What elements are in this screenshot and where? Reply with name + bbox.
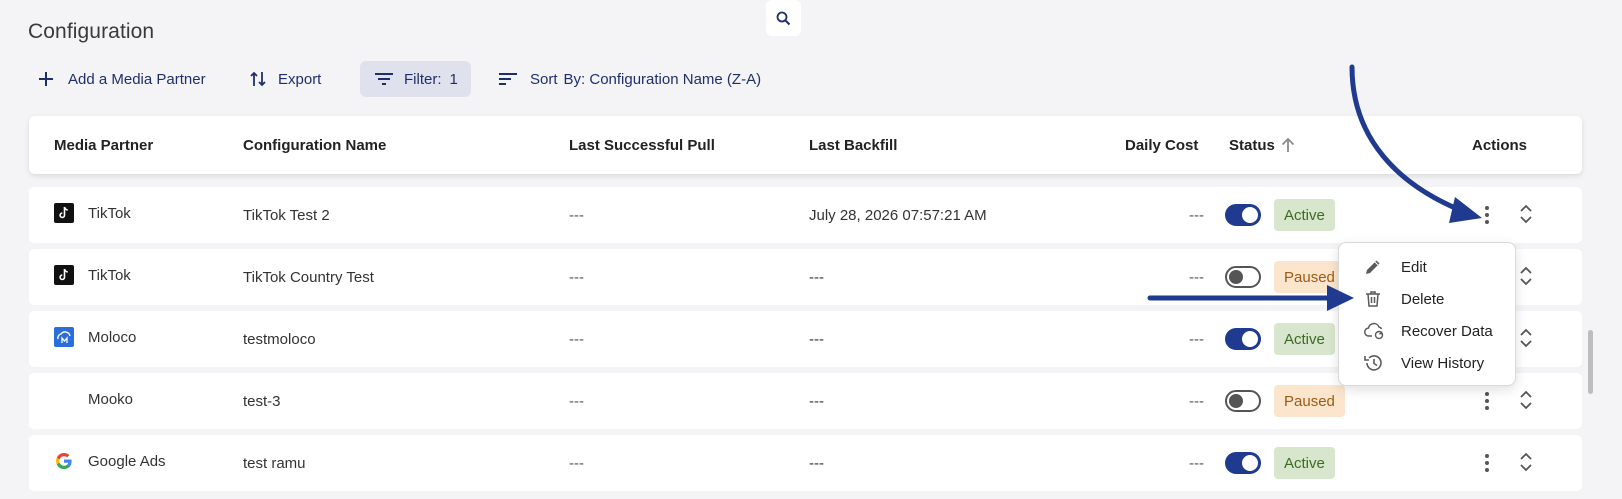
last-successful-pull: ---	[569, 207, 584, 224]
google-logo-icon	[54, 451, 74, 471]
menu-item-edit-label: Edit	[1401, 258, 1427, 276]
sort-ascending-icon[interactable]	[1281, 137, 1295, 153]
status-badge: Active	[1274, 199, 1335, 231]
expand-collapse-icon[interactable]	[1519, 203, 1533, 225]
add-media-partner-button[interactable]: Add a Media Partner	[38, 61, 206, 97]
last-successful-pull: ---	[569, 393, 584, 410]
cloud-refresh-icon	[1364, 322, 1384, 340]
expand-collapse-icon[interactable]	[1519, 389, 1533, 411]
expand-collapse-icon[interactable]	[1519, 327, 1533, 349]
more-actions-icon[interactable]	[1481, 389, 1493, 413]
last-successful-pull: ---	[569, 269, 584, 286]
header-actions: Actions	[1472, 136, 1528, 154]
status-badge: Paused	[1274, 261, 1345, 293]
moloco-logo-icon	[54, 327, 74, 347]
status-toggle[interactable]	[1225, 204, 1261, 226]
header-last-successful-pull[interactable]: Last Successful Pull	[569, 116, 715, 174]
header-daily-cost[interactable]: Daily Cost	[1125, 116, 1198, 174]
sort-value: By: Configuration Name (Z-A)	[563, 70, 762, 88]
filter-icon	[375, 73, 393, 85]
trash-icon	[1366, 291, 1380, 307]
media-partner-name: TikTok	[88, 267, 131, 284]
last-successful-pull: ---	[569, 331, 584, 348]
export-label: Export	[278, 70, 322, 88]
header-media-partner[interactable]: Media Partner	[54, 116, 153, 174]
last-backfill: ---	[809, 393, 824, 410]
media-partner-name: Moloco	[88, 329, 137, 346]
last-backfill: ---	[809, 455, 824, 472]
table-header: Media Partner Configuration Name Last Su…	[29, 116, 1582, 174]
search-icon	[776, 11, 791, 25]
last-successful-pull: ---	[569, 455, 584, 472]
expand-collapse-icon[interactable]	[1519, 265, 1533, 287]
sort-button[interactable]: Sort By: Configuration Name (Z-A)	[498, 61, 761, 97]
tiktok-logo-icon	[54, 265, 74, 285]
configuration-name: TikTok Country Test	[243, 269, 374, 286]
menu-item-view-history[interactable]: View History	[1339, 348, 1515, 378]
status-badge: Paused	[1274, 385, 1345, 417]
configuration-name: testmoloco	[243, 331, 316, 348]
tiktok-logo-icon	[54, 203, 74, 223]
menu-item-view-history-label: View History	[1401, 354, 1485, 372]
page-title: Configuration	[28, 20, 155, 43]
export-arrows-icon	[250, 71, 266, 87]
more-actions-icon[interactable]	[1481, 203, 1493, 227]
status-toggle[interactable]	[1225, 452, 1261, 474]
media-partner-name: Mooko	[88, 391, 134, 408]
status-toggle[interactable]	[1225, 390, 1261, 412]
pencil-icon	[1366, 260, 1380, 274]
configuration-name: test-3	[243, 393, 281, 410]
status-toggle[interactable]	[1225, 328, 1261, 350]
header-last-backfill[interactable]: Last Backfill	[809, 116, 897, 174]
daily-cost: ---	[1189, 455, 1204, 472]
daily-cost: ---	[1189, 269, 1204, 286]
last-backfill: ---	[809, 331, 824, 348]
more-actions-icon[interactable]	[1481, 451, 1493, 475]
status-toggle[interactable]	[1225, 266, 1261, 288]
table-row[interactable]: TikTok TikTok Test 2 --- July 28, 2026 0…	[29, 187, 1582, 243]
menu-item-delete[interactable]: Delete	[1339, 284, 1515, 314]
header-configuration-name[interactable]: Configuration Name	[243, 116, 386, 174]
media-partner-name: Google Ads	[88, 453, 166, 470]
menu-item-recover-data[interactable]: Recover Data	[1339, 316, 1515, 346]
export-button[interactable]: Export	[250, 61, 321, 97]
last-backfill: ---	[809, 269, 824, 286]
header-status-label: Status	[1229, 136, 1275, 154]
status-badge: Active	[1274, 447, 1335, 479]
expand-collapse-icon[interactable]	[1519, 451, 1533, 473]
header-status[interactable]: Status	[1229, 116, 1295, 174]
menu-item-edit[interactable]: Edit	[1339, 252, 1515, 282]
status-badge: Active	[1274, 323, 1335, 355]
add-media-partner-label: Add a Media Partner	[68, 70, 206, 88]
filter-button[interactable]: Filter: 1	[360, 61, 471, 97]
filter-count: 1	[449, 70, 458, 88]
table-row[interactable]: Google Ads test ramu --- --- --- Active	[29, 435, 1582, 491]
configuration-name: test ramu	[243, 455, 306, 472]
sort-icon	[499, 73, 517, 85]
history-icon	[1364, 355, 1382, 371]
plus-icon	[39, 72, 53, 86]
menu-item-recover-data-label: Recover Data	[1401, 322, 1493, 340]
daily-cost: ---	[1189, 207, 1204, 224]
media-partner-name: TikTok	[88, 205, 131, 222]
search-button[interactable]	[766, 0, 801, 36]
menu-item-delete-label: Delete	[1401, 290, 1445, 308]
vertical-scrollbar[interactable]	[1588, 330, 1593, 394]
last-backfill: July 28, 2026 07:57:21 AM	[809, 207, 987, 224]
configuration-name: TikTok Test 2	[243, 207, 330, 224]
filter-label: Filter:	[404, 70, 442, 88]
sort-prefix: Sort	[530, 70, 558, 88]
daily-cost: ---	[1189, 393, 1204, 410]
daily-cost: ---	[1189, 331, 1204, 348]
actions-menu: Edit Delete Recover Data View History	[1338, 242, 1516, 386]
